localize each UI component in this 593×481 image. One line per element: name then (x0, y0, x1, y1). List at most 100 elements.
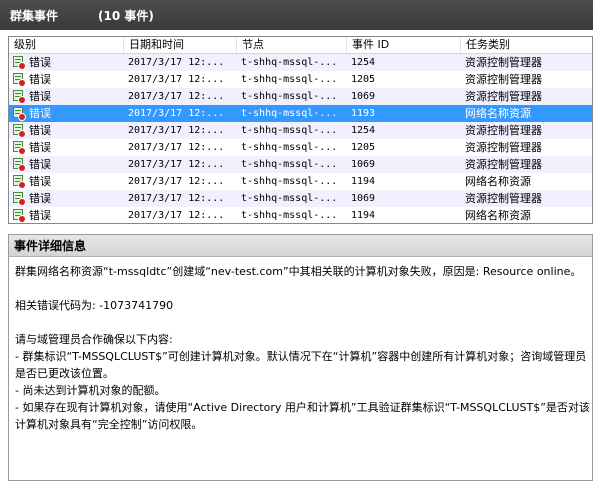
column-header-level[interactable]: 级别 (9, 37, 124, 53)
event-datetime-cell: 2017/3/17 12:... (128, 91, 225, 102)
event-level-cell: 错误 (9, 54, 124, 71)
column-header-datetime[interactable]: 日期和时间 (124, 37, 237, 53)
event-row[interactable]: 错误 2017/3/17 12:... t-shhq-mssql-... 1205 资源… (9, 139, 592, 156)
event-level-cell: 错误 (9, 122, 124, 139)
event-id-cell: 1194 (351, 210, 376, 221)
event-id-cell: 1194 (351, 176, 376, 187)
event-level-label: 错误 (29, 158, 51, 171)
event-node-cell: t-shhq-mssql-... (241, 74, 338, 85)
error-event-icon (12, 106, 26, 121)
event-datetime-cell: 2017/3/17 12:... (128, 108, 225, 119)
event-count: (10 事件) (98, 8, 154, 23)
event-details-panel: 事件详细信息 群集网络名称资源“t-mssqldtc”创建域“nev-test.… (8, 234, 593, 481)
event-level-label: 错误 (29, 73, 51, 86)
event-node-cell: t-shhq-mssql-... (241, 176, 338, 187)
event-level-cell: 错误 (9, 71, 124, 88)
error-event-icon (12, 140, 26, 155)
event-level-cell: 错误 (9, 173, 124, 190)
event-list[interactable]: 级别 日期和时间 节点 事件 ID 任务类别 错误 2017/3/17 12:..… (8, 36, 593, 224)
event-row[interactable]: 错误 2017/3/17 12:... t-shhq-mssql-... 1205 资源… (9, 71, 592, 88)
event-node-cell: t-shhq-mssql-... (241, 210, 338, 221)
column-header-event-id[interactable]: 事件 ID (347, 37, 461, 53)
event-category-cell: 资源控制管理器 (465, 158, 542, 171)
event-datetime-cell: 2017/3/17 12:... (128, 125, 225, 136)
event-category-cell: 资源控制管理器 (465, 141, 542, 154)
event-node-cell: t-shhq-mssql-... (241, 142, 338, 153)
event-row[interactable]: 错误 2017/3/17 12:... t-shhq-mssql-... 1069 资源… (9, 156, 592, 173)
event-level-cell: 错误 (9, 105, 124, 122)
event-node-cell: t-shhq-mssql-... (241, 193, 338, 204)
event-level-cell: 错误 (9, 207, 124, 223)
event-node-cell: t-shhq-mssql-... (241, 159, 338, 170)
panel-title-bar: 群集事件 (10 事件) (0, 0, 593, 30)
event-id-cell: 1205 (351, 142, 376, 153)
event-row[interactable]: 错误 2017/3/17 12:... t-shhq-mssql-... 1254 资源… (9, 122, 592, 139)
event-row[interactable]: 错误 2017/3/17 12:... t-shhq-mssql-... 1193 网络… (9, 105, 592, 122)
event-list-rows: 错误 2017/3/17 12:... t-shhq-mssql-... 1254 资源… (9, 54, 592, 223)
event-datetime-cell: 2017/3/17 12:... (128, 176, 225, 187)
event-node-cell: t-shhq-mssql-... (241, 108, 338, 119)
panel-title: 群集事件 (10, 8, 59, 23)
event-datetime-cell: 2017/3/17 12:... (128, 193, 225, 204)
event-category-cell: 网络名称资源 (465, 107, 531, 120)
event-id-cell: 1069 (351, 159, 376, 170)
detail-bullet-3: - 如果存在现有计算机对象，请使用“Active Directory 用户和计算… (15, 401, 590, 431)
error-event-icon (12, 89, 26, 104)
detail-bullet-1: - 群集标识“T-MSSQLCLUST$”可创建计算机对象。默认情况下在“计算机… (15, 350, 587, 380)
event-id-cell: 1069 (351, 91, 376, 102)
error-event-icon (12, 174, 26, 189)
event-level-cell: 错误 (9, 156, 124, 173)
event-datetime-cell: 2017/3/17 12:... (128, 57, 225, 68)
event-id-cell: 1193 (351, 108, 376, 119)
event-row[interactable]: 错误 2017/3/17 12:... t-shhq-mssql-... 1194 网络… (9, 207, 592, 223)
event-level-label: 错误 (29, 175, 51, 188)
event-id-cell: 1069 (351, 193, 376, 204)
event-level-label: 错误 (29, 124, 51, 137)
error-event-icon (12, 123, 26, 138)
event-category-cell: 资源控制管理器 (465, 73, 542, 86)
event-id-cell: 1254 (351, 57, 376, 68)
event-list-header: 级别 日期和时间 节点 事件 ID 任务类别 (9, 37, 592, 54)
event-id-cell: 1205 (351, 74, 376, 85)
event-level-label: 错误 (29, 141, 51, 154)
event-level-cell: 错误 (9, 139, 124, 156)
event-level-label: 错误 (29, 56, 51, 69)
event-id-cell: 1254 (351, 125, 376, 136)
event-category-cell: 资源控制管理器 (465, 90, 542, 103)
column-header-node[interactable]: 节点 (237, 37, 347, 53)
detail-instruction: 请与域管理员合作确保以下内容: (15, 333, 173, 346)
error-event-icon (12, 157, 26, 172)
event-datetime-cell: 2017/3/17 12:... (128, 159, 225, 170)
event-details-header: 事件详细信息 (9, 235, 592, 257)
detail-bullet-2: - 尚未达到计算机对象的配额。 (15, 384, 166, 397)
event-node-cell: t-shhq-mssql-... (241, 125, 338, 136)
event-node-cell: t-shhq-mssql-... (241, 57, 338, 68)
event-row[interactable]: 错误 2017/3/17 12:... t-shhq-mssql-... 1069 资源… (9, 190, 592, 207)
event-level-label: 错误 (29, 107, 51, 120)
error-event-icon (12, 208, 26, 223)
event-category-cell: 网络名称资源 (465, 209, 531, 222)
event-category-cell: 资源控制管理器 (465, 56, 542, 69)
event-datetime-cell: 2017/3/17 12:... (128, 142, 225, 153)
error-event-icon (12, 191, 26, 206)
event-node-cell: t-shhq-mssql-... (241, 91, 338, 102)
event-level-label: 错误 (29, 192, 51, 205)
event-row[interactable]: 错误 2017/3/17 12:... t-shhq-mssql-... 1254 资源… (9, 54, 592, 71)
error-event-icon (12, 55, 26, 70)
event-level-label: 错误 (29, 90, 51, 103)
event-category-cell: 资源控制管理器 (465, 192, 542, 205)
detail-error-code: 相关错误代码为: -1073741790 (15, 299, 174, 312)
event-level-cell: 错误 (9, 190, 124, 207)
event-datetime-cell: 2017/3/17 12:... (128, 74, 225, 85)
error-event-icon (12, 72, 26, 87)
event-details-body[interactable]: 群集网络名称资源“t-mssqldtc”创建域“nev-test.com”中其相… (9, 257, 592, 433)
detail-message-line: 群集网络名称资源“t-mssqldtc”创建域“nev-test.com”中其相… (15, 265, 582, 278)
event-level-label: 错误 (29, 209, 51, 222)
event-level-cell: 错误 (9, 88, 124, 105)
event-row[interactable]: 错误 2017/3/17 12:... t-shhq-mssql-... 1069 资源… (9, 88, 592, 105)
event-category-cell: 资源控制管理器 (465, 124, 542, 137)
event-row[interactable]: 错误 2017/3/17 12:... t-shhq-mssql-... 1194 网络… (9, 173, 592, 190)
event-category-cell: 网络名称资源 (465, 175, 531, 188)
event-datetime-cell: 2017/3/17 12:... (128, 210, 225, 221)
column-header-task-category[interactable]: 任务类别 (461, 37, 592, 53)
